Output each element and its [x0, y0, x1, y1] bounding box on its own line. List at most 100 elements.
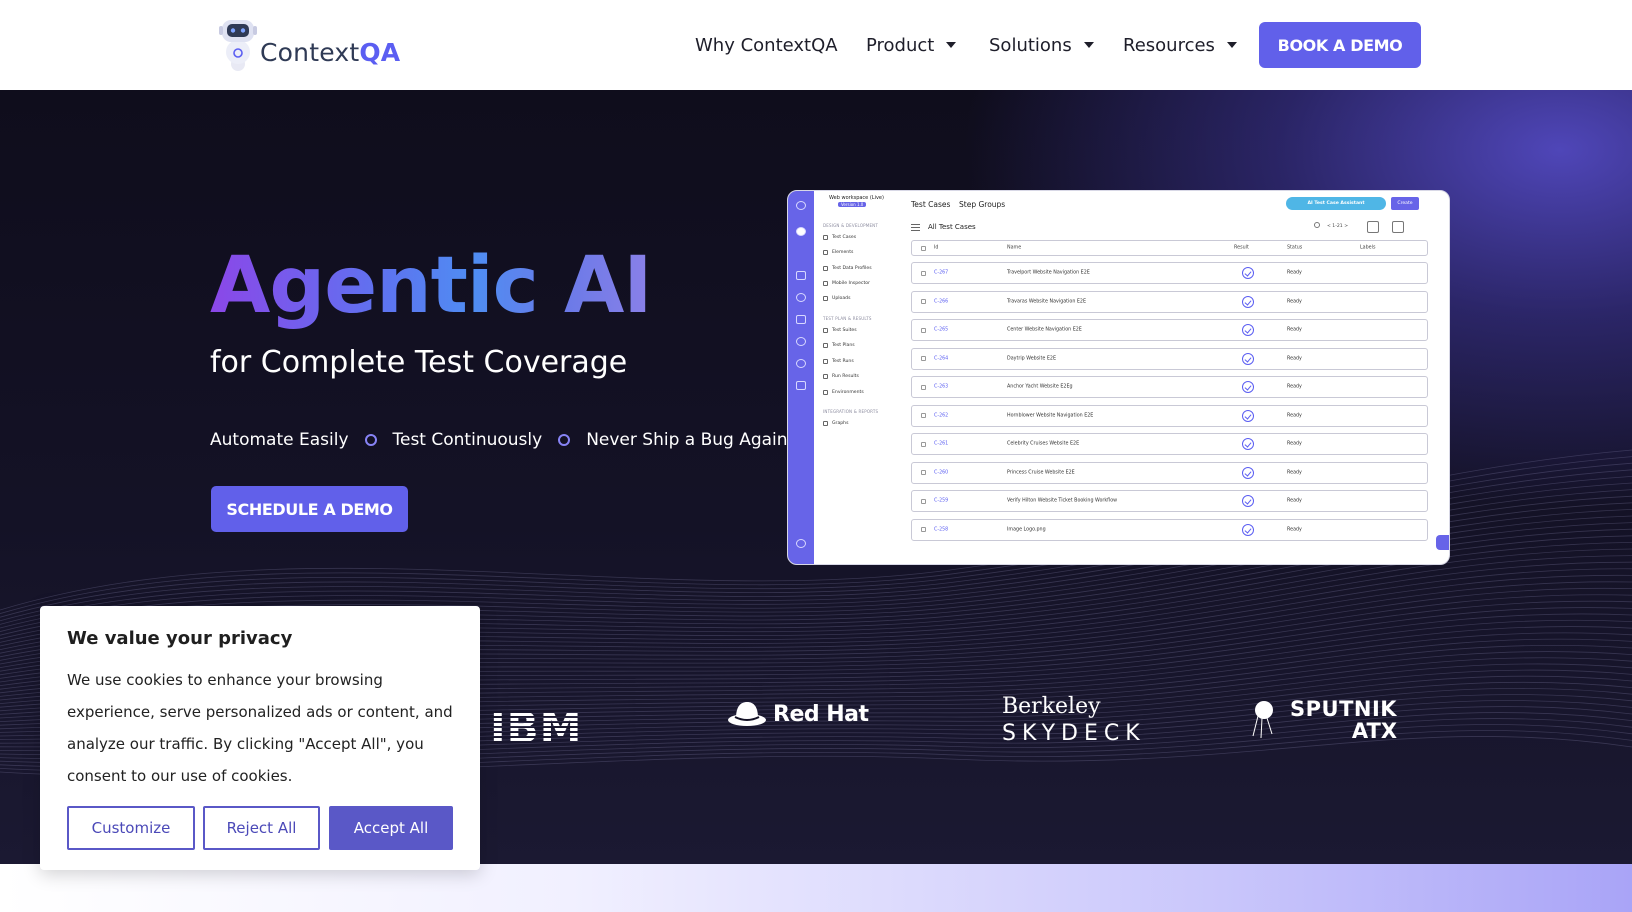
redhat-logo: Red Hat: [727, 700, 869, 728]
user-icon: [796, 539, 806, 548]
page-icon: [823, 296, 828, 301]
atx-wordmark: ATX: [1351, 719, 1398, 743]
sputnik-atx-logo: SPUTNIK ATX: [1252, 698, 1398, 743]
sidebar-item-label: Elements: [832, 250, 854, 255]
list-title: All Test Cases: [911, 223, 976, 231]
table-row: C-260 Princess Cruise Website E2E Ready: [911, 461, 1428, 484]
test-case-id: C-259: [934, 498, 949, 504]
test-case-id: C-258: [934, 527, 949, 532]
site-header: ContextQA Why ContextQA Product Solution…: [0, 0, 1632, 90]
checkbox-icon: [921, 356, 926, 361]
test-case-name: Image Logo.png: [1007, 527, 1046, 532]
sidebar-item-label: Mobile Inspector: [832, 281, 870, 286]
bullet-never-ship: Never Ship a Bug Again: [586, 430, 788, 450]
nav-resources[interactable]: Resources: [1123, 30, 1237, 60]
caret-down-icon: [1083, 42, 1094, 48]
test-case-status: Ready: [1287, 527, 1302, 532]
sidebar-item-label: Test Data Profiles: [832, 266, 872, 271]
sidebar-item-label: Test Cases: [832, 235, 857, 240]
table-row: C-262 Hornblower Website Navigation E2E Re…: [911, 404, 1428, 427]
checkbox-icon: [921, 299, 926, 304]
test-case-id: C-266: [934, 299, 949, 304]
table-row: C-267 Travelport Website Navigation E2E Re…: [911, 262, 1428, 284]
test-case-name: Hornblower Website Navigation E2E: [1007, 413, 1094, 418]
test-case-name: Celebrity Cruises Website E2E: [1007, 441, 1080, 447]
hero-bullets: Automate Easily Test Continuously Never …: [210, 430, 788, 450]
schedule-demo-button[interactable]: SCHEDULE A DEMO: [211, 486, 408, 532]
page-icon: [823, 374, 828, 379]
check-circle-icon: [1242, 352, 1254, 365]
list-title-label: All Test Cases: [928, 223, 976, 231]
contextqa-logo[interactable]: ContextQA: [216, 16, 416, 74]
version-badge: Version 1.0: [838, 202, 867, 207]
check-circle-icon: [1242, 409, 1254, 422]
ibm-logo: IBM: [490, 703, 583, 752]
test-case-status: Ready: [1287, 498, 1302, 504]
checkbox-icon: [921, 327, 926, 333]
workspace-name: Web workspace (Live): [829, 195, 884, 201]
ring-bullet-icon: [558, 434, 571, 446]
checkbox-icon: [921, 498, 926, 504]
filter-icon: [1367, 221, 1379, 233]
page-icon: [823, 266, 828, 271]
app-preview-screenshot: Web workspace (Live) Version 1.0 DESIGN …: [787, 190, 1450, 565]
reject-all-button[interactable]: Reject All: [203, 806, 320, 850]
sidebar-item-test-runs: Test Runs: [823, 359, 854, 364]
test-case-name: Princess Cruise Website E2E: [1007, 470, 1075, 475]
ai-assistant-button: AI Test Case Assistant: [1286, 197, 1386, 210]
nav-solutions[interactable]: Solutions: [989, 30, 1094, 60]
page-icon: [823, 235, 828, 240]
menu-icon: [911, 223, 920, 231]
sidebar-item-test-plans: Test Plans: [823, 343, 855, 348]
test-case-id: C-262: [934, 413, 949, 418]
sidebar-item-label: Graphs: [832, 421, 849, 426]
redhat-wordmark: Red Hat: [773, 701, 869, 727]
sidebar-item-test-suites: Test Suites: [823, 328, 857, 333]
test-case-status: Ready: [1287, 413, 1302, 418]
table-header: Id Name Result Status Labels: [911, 240, 1428, 256]
nav-product[interactable]: Product: [866, 30, 957, 60]
test-case-status: Ready: [1287, 441, 1302, 447]
app-main: Test Cases Step Groups AI Test Case Assi…: [902, 191, 1449, 564]
table-row: C-263 Anchor Yacht Website E2Eg Ready: [911, 376, 1428, 398]
robot-mascot-icon: [219, 20, 257, 71]
check-circle-icon: [1242, 466, 1254, 479]
app-icon-rail: [788, 191, 814, 564]
column-header: Labels: [1360, 245, 1376, 251]
tab-step-groups: Step Groups: [959, 200, 1006, 209]
accept-all-button[interactable]: Accept All: [329, 806, 453, 850]
test-case-status: Ready: [1287, 356, 1302, 361]
test-case-id: C-267: [934, 270, 949, 276]
checkbox-icon: [921, 413, 926, 418]
cookie-consent-dialog: We value your privacy We use cookies to …: [40, 606, 480, 870]
folder-icon: [796, 315, 806, 324]
test-case-id: C-263: [934, 384, 949, 390]
sidebar-item-uploads: Uploads: [823, 296, 851, 301]
berkeley-wordmark: Berkeley: [1002, 694, 1101, 719]
check-circle-icon: [1242, 324, 1254, 336]
settings-icon: [796, 337, 806, 346]
add-icon: [796, 227, 806, 236]
book-demo-button[interactable]: BOOK A DEMO: [1259, 22, 1421, 68]
nav-why-contextqa[interactable]: Why ContextQA: [695, 30, 838, 60]
logout-icon: [796, 381, 806, 390]
page-icon: [823, 343, 828, 348]
customize-button[interactable]: Customize: [67, 806, 195, 850]
sidebar-item-test-data: Test Data Profiles: [823, 266, 872, 271]
gear-icon: [796, 359, 806, 368]
test-case-name: Anchor Yacht Website E2Eg: [1007, 384, 1073, 390]
check-circle-icon: [1242, 267, 1254, 279]
skydeck-wordmark: SKYDECK: [1002, 721, 1146, 746]
nav-resources-label: Resources: [1123, 34, 1215, 56]
sidebar-item-label: Test Plans: [832, 343, 855, 348]
refresh-icon: [796, 293, 806, 302]
hero-subtitle: for Complete Test Coverage: [210, 345, 628, 380]
satellite-icon: [1252, 701, 1273, 738]
checkbox-icon: [921, 270, 926, 276]
sidebar-item-label: Uploads: [832, 296, 851, 301]
column-header: Name: [1007, 245, 1022, 251]
bullet-automate: Automate Easily: [210, 430, 349, 450]
sidebar-item-graphs: Graphs: [823, 421, 848, 426]
table-row: C-265 Center Website Navigation E2E Ready: [911, 319, 1428, 341]
sidebar-item-run-results: Run Results: [823, 374, 859, 379]
